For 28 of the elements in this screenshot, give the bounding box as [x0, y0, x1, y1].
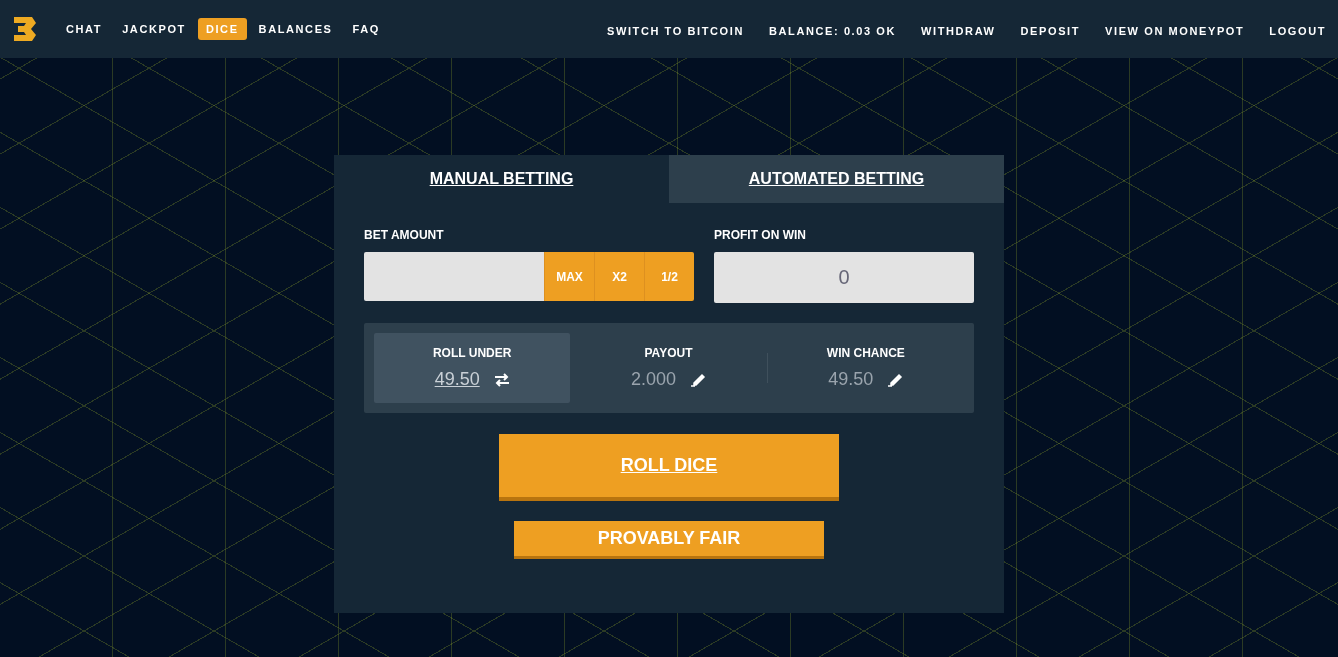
stat-item[interactable]: ROLL UNDER 49.50: [374, 333, 571, 403]
stat-item[interactable]: PAYOUT 2.000: [570, 333, 767, 403]
nav-link[interactable]: WITHDRAW: [921, 25, 996, 37]
nav-link[interactable]: JACKPOT: [114, 18, 194, 40]
pencil-icon[interactable]: [690, 372, 706, 387]
nav-link[interactable]: DEPOSIT: [1020, 25, 1081, 37]
stat-value: 2.000: [630, 369, 676, 390]
pencil-icon[interactable]: [887, 372, 904, 387]
nav-link[interactable]: FAQ: [344, 18, 388, 40]
nav-link[interactable]: LOGOUT: [1269, 25, 1326, 37]
nav-link[interactable]: BALANCE: 0.03 OK: [769, 25, 897, 37]
nav-link[interactable]: VIEW ON MONEYPOT: [1105, 25, 1245, 37]
field-label: PROFIT ON WIN: [714, 228, 807, 242]
stat-value: 49.50: [828, 369, 874, 390]
tab[interactable]: AUTOMATED BETTING: [669, 155, 1004, 203]
field-label: BET AMOUNT: [364, 228, 445, 242]
nav-link[interactable]: CHAT: [58, 18, 111, 40]
profit-field[interactable]: 0: [714, 252, 974, 303]
swap-icon[interactable]: [493, 372, 510, 387]
nav-link[interactable]: SWITCH TO BITCOIN: [607, 25, 744, 37]
stat-label: PAYOUT: [644, 346, 693, 360]
nav-link[interactable]: BALANCES: [250, 18, 341, 40]
bet-amount-field[interactable]: [364, 252, 544, 301]
stat-item[interactable]: WIN CHANCE 49.50: [767, 333, 964, 403]
stat-label: WIN CHANCE: [826, 346, 905, 360]
stat-value: 49.50: [434, 369, 480, 390]
logo-icon[interactable]: [14, 17, 36, 41]
stat-label: ROLL UNDER: [432, 346, 512, 360]
